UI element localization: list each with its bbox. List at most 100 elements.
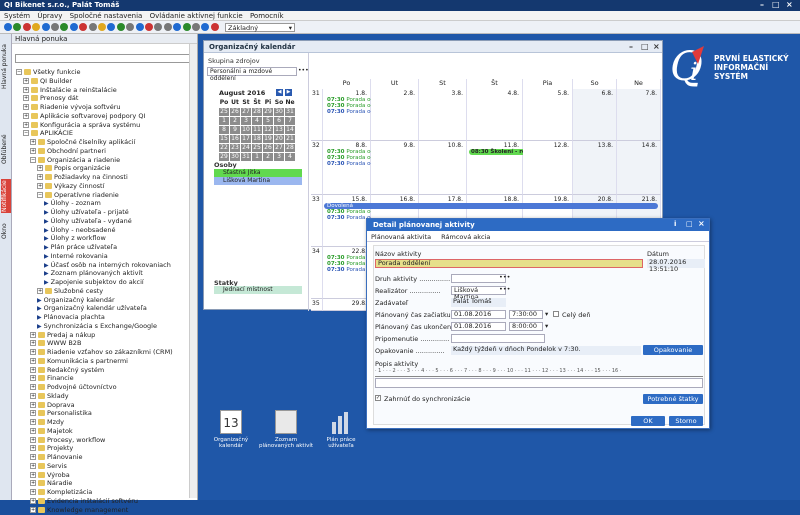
tree-item[interactable]: ▶ Organizačný kalendár: [37, 296, 115, 305]
expand-icon[interactable]: +: [30, 375, 36, 382]
mini-day[interactable]: 25: [219, 108, 229, 116]
tree-item[interactable]: + Podvojné účtovníctvo: [30, 383, 117, 392]
start-time-field[interactable]: 7:30:00: [509, 310, 543, 319]
expand-icon[interactable]: +: [30, 139, 36, 145]
expand-icon[interactable]: +: [30, 419, 36, 425]
collapse-icon[interactable]: −: [30, 156, 36, 163]
mini-day[interactable]: 11: [252, 126, 262, 134]
tree-item[interactable]: − Všetky funkcie: [16, 68, 81, 77]
mini-day[interactable]: 28: [252, 108, 262, 116]
mini-day[interactable]: 6: [274, 117, 284, 125]
expand-icon[interactable]: +: [30, 331, 36, 338]
group-more-button[interactable]: •••: [298, 67, 309, 74]
mini-day[interactable]: 22: [219, 144, 229, 152]
tab-window[interactable]: Okno: [1, 222, 11, 240]
mini-day[interactable]: 4: [285, 153, 295, 161]
tree-item[interactable]: + Výroba: [30, 471, 70, 480]
toolbar-icon[interactable]: [182, 23, 191, 31]
calendar-cell[interactable]: 11.8. 08:30 Školení - rozšíření sestavy: [467, 141, 572, 195]
mini-day[interactable]: 13: [274, 126, 284, 134]
maximize-icon[interactable]: □: [772, 0, 780, 9]
tree-item[interactable]: ▶ Zapojenie subjektov do akcií: [44, 278, 144, 287]
expand-icon[interactable]: +: [23, 95, 29, 102]
tree-item[interactable]: ▶ Organizačný kalendár užívateľa: [37, 304, 147, 313]
mini-day[interactable]: 24: [241, 144, 251, 152]
cancel-button[interactable]: Storno: [669, 416, 703, 426]
mini-day[interactable]: 8: [219, 126, 229, 134]
end-time-dropdown[interactable]: ▾: [545, 322, 548, 330]
tree-item[interactable]: + Doprava: [30, 401, 75, 410]
name-field[interactable]: Porada oddělení: [375, 259, 643, 268]
tab-planned-activity[interactable]: Plánovaná aktivita: [371, 233, 431, 241]
calendar-cell[interactable]: 4.8.: [467, 89, 523, 141]
toolbar-icon[interactable]: [32, 23, 41, 31]
toolbar-icon[interactable]: [173, 23, 182, 31]
collapse-icon[interactable]: −: [16, 69, 22, 75]
info-icon[interactable]: i: [674, 220, 676, 228]
tree-item[interactable]: + Financie: [30, 374, 74, 383]
calendar-cell[interactable]: 33: [311, 195, 323, 247]
close-icon[interactable]: ×: [786, 0, 793, 9]
expand-icon[interactable]: +: [30, 357, 36, 364]
toolbar-icon[interactable]: [126, 23, 135, 31]
menu-active-function[interactable]: Ovládanie aktívnej funkcie: [150, 12, 243, 20]
calendar-cell[interactable]: 8.8. 07:30 Porada oddě 07:30 Porada oddě 07…: [323, 141, 381, 195]
calendar-cell[interactable]: 12.8.: [523, 141, 573, 195]
tree-item[interactable]: + Kompletizácia: [30, 488, 92, 497]
tree-item[interactable]: ▶ Úlohy z workflow: [44, 234, 106, 243]
expand-icon[interactable]: +: [37, 174, 43, 180]
calendar-cell[interactable]: 7.8.: [617, 89, 661, 141]
mini-day[interactable]: 1: [252, 153, 262, 161]
menu-system[interactable]: Systém: [4, 12, 30, 20]
expand-icon[interactable]: +: [30, 401, 36, 408]
mini-day[interactable]: 20: [274, 135, 284, 143]
expand-icon[interactable]: +: [30, 445, 36, 452]
mini-day[interactable]: 15: [219, 135, 229, 143]
mini-day[interactable]: 7: [285, 117, 295, 125]
mini-day[interactable]: 9: [230, 126, 240, 134]
minimize-icon[interactable]: –: [760, 0, 764, 9]
calendar-cell[interactable]: 5.8.: [523, 89, 573, 141]
calendar-cell[interactable]: 2.8.: [371, 89, 419, 141]
calendar-cell[interactable]: 10.8.: [419, 141, 467, 195]
close-icon[interactable]: ×: [653, 42, 660, 51]
realizer-field[interactable]: Lišková Martina: [451, 286, 506, 301]
mini-day[interactable]: 19: [263, 135, 273, 143]
tree-item[interactable]: + Riadenie vzťahov so zákazníkmi (CRM): [30, 348, 173, 357]
tree-item[interactable]: + Sklady: [30, 392, 69, 401]
allday-checkbox[interactable]: [553, 311, 559, 317]
next-month-icon[interactable]: ▶: [285, 89, 292, 96]
mini-day[interactable]: 12: [263, 126, 273, 134]
toolbar-icon[interactable]: [98, 23, 106, 31]
toolbar-icon[interactable]: [88, 23, 97, 31]
tree-item[interactable]: ▶ Zoznam plánovaných aktivít: [44, 269, 143, 278]
toolbar-icon[interactable]: [22, 23, 31, 31]
mini-day[interactable]: 2: [230, 117, 240, 125]
expand-icon[interactable]: +: [23, 112, 29, 119]
calendar-cell[interactable]: 6.8.: [573, 89, 617, 141]
nav-scrollbar[interactable]: [189, 44, 197, 498]
toolbar-icon[interactable]: [201, 23, 210, 31]
tree-item[interactable]: + Procesy, workflow: [30, 436, 105, 445]
tab-framework-action[interactable]: Rámcová akcia: [441, 233, 490, 241]
calendar-cell[interactable]: 35: [311, 299, 323, 311]
toolbar-icon[interactable]: [51, 23, 59, 31]
maximize-icon[interactable]: □: [686, 220, 693, 228]
expand-icon[interactable]: +: [30, 462, 36, 469]
mini-day[interactable]: 25: [252, 144, 262, 152]
desktop-icon-activities[interactable]: Zoznam plánovaných aktivít: [258, 410, 314, 449]
tree-item[interactable]: + Knowledge management: [30, 506, 128, 515]
mini-day[interactable]: 17: [241, 135, 251, 143]
expand-icon[interactable]: +: [23, 77, 29, 84]
mini-day[interactable]: 29: [219, 153, 229, 161]
tree-item[interactable]: ▶ Úlohy - zoznam: [44, 199, 101, 208]
tree-item[interactable]: + Aplikácie softvarovej podpory QI: [23, 112, 145, 121]
reminder-field[interactable]: [451, 334, 545, 343]
tree-item[interactable]: + Evidencia inštalácií softvéru: [30, 497, 138, 506]
expand-icon[interactable]: +: [30, 147, 36, 154]
tree-item[interactable]: + Požiadavky na činnosti: [37, 173, 128, 182]
ok-button[interactable]: OK: [631, 416, 665, 426]
expand-icon[interactable]: +: [30, 340, 36, 347]
tree-item[interactable]: + Služobné cesty: [37, 287, 103, 296]
tree-item[interactable]: ▶ Plán práce užívateľa: [44, 243, 117, 252]
